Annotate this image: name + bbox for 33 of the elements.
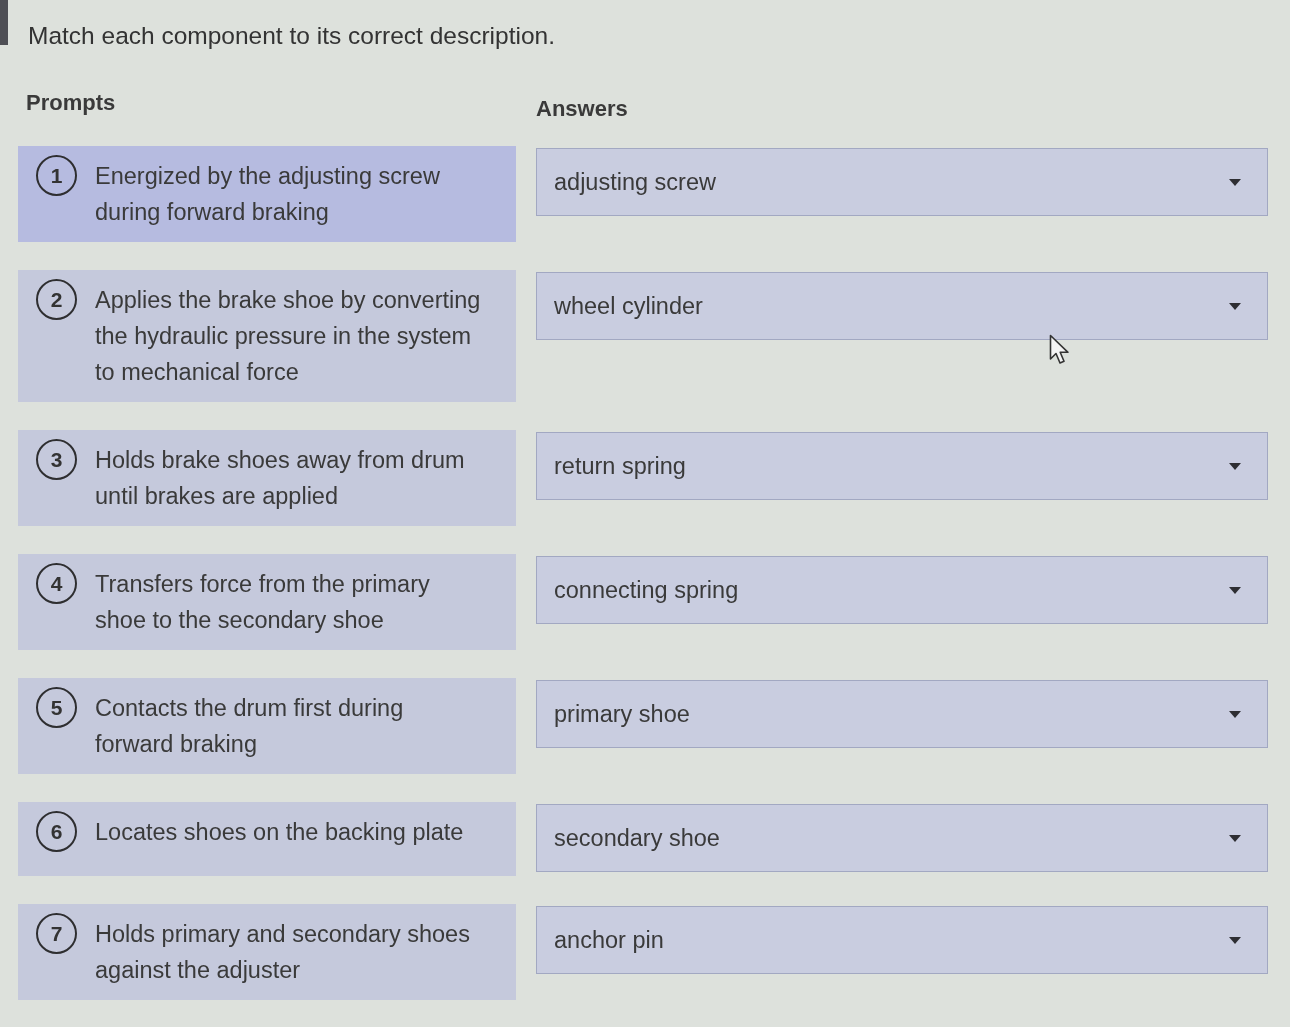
answer-dropdown[interactable]: primary shoe [536,680,1268,748]
column-heading: Prompts [26,90,117,116]
caret-icon [1229,462,1241,470]
answer-dropdown[interactable]: secondary shoe [536,804,1268,872]
answer-dropdown[interactable]: connecting spring [536,556,1268,624]
caret-icon [1229,834,1241,842]
number-badge: 4 [36,563,77,604]
number-badge: 2 [36,279,77,320]
answer-dropdown[interactable]: adjusting screw [536,148,1268,216]
left-accent-bar [0,0,8,45]
number-badge: 3 [36,439,77,480]
answer-dropdown[interactable]: return spring [536,432,1268,500]
prompt-text: Energized by the adjusting screw during forward braking [95,162,441,227]
mouse-pointer-icon [1049,334,1071,366]
number-badge: 5 [36,687,77,728]
caret-icon [1229,302,1241,310]
number-badge: 6 [36,811,77,852]
answer-dropdown[interactable]: anchor pin [536,906,1268,974]
number-badge: 1 [36,155,77,196]
prompt-text: Contacts the drum first during forward braking [95,694,405,759]
caret-icon [1229,710,1241,718]
caret-icon [1229,586,1241,594]
caret-icon [1229,936,1241,944]
answer-dropdown[interactable]: wheel cylinder [536,272,1268,340]
prompt-text: Holds primary and secondary shoes against the adjuster [95,920,471,985]
prompt-text: Locates shoes on the backing plate [95,818,464,847]
number-badge: 7 [36,913,77,954]
instruction-text: Match each component to its correct description. [28,22,555,50]
prompt-text: Applies the brake shoe by converting the hydraulic pressure in the system to mechanical force [95,286,482,387]
caret-icon [1229,178,1241,186]
prompt-text: Transfers force from the primary shoe to the secondary shoe [95,570,431,635]
column-heading: Answers [536,96,629,122]
prompt-text: Holds brake shoes away from drum until brakes are applied [95,446,466,511]
